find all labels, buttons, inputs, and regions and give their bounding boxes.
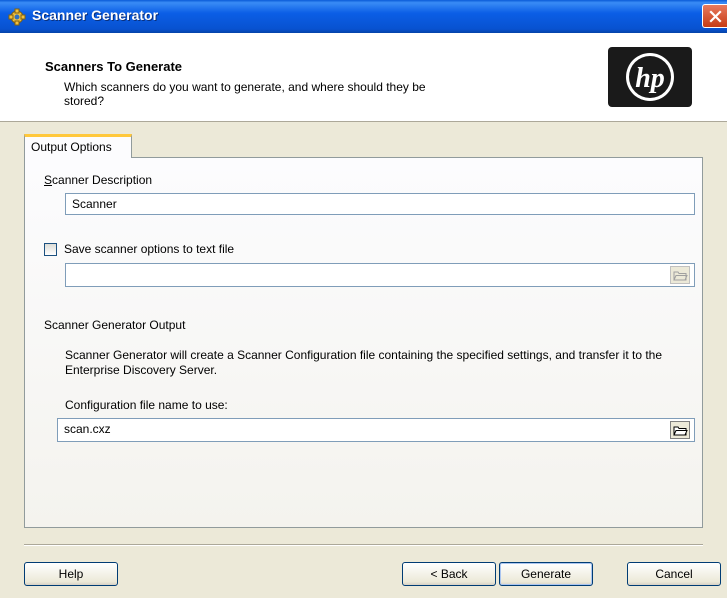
output-section-label: Scanner Generator Output [44, 318, 186, 332]
footer-separator [24, 544, 703, 546]
back-button[interactable]: < Back [402, 562, 496, 586]
save-options-path-input[interactable] [65, 263, 695, 287]
close-button[interactable] [702, 4, 727, 28]
header-title: Scanners To Generate [45, 59, 183, 74]
output-info-text: Scanner Generator will create a Scanner … [65, 348, 663, 377]
tab-output-options[interactable]: Output Options [24, 134, 132, 158]
scanner-description-label: Scanner Description [44, 173, 153, 187]
dialog-window: Scanner Generator Scanners To Generate W… [0, 0, 727, 598]
browse-folder-icon[interactable] [670, 421, 690, 439]
config-file-input[interactable]: scan.cxz [57, 418, 695, 442]
save-options-label[interactable]: Save scanner options to text file [64, 242, 234, 256]
header-subtitle: Which scanners do you want to generate, … [64, 80, 426, 108]
wizard-header: Scanners To Generate Which scanners do y… [0, 33, 727, 122]
save-options-checkbox[interactable] [44, 243, 57, 256]
close-icon [709, 10, 722, 23]
cancel-button[interactable]: Cancel [627, 562, 721, 586]
window-title: Scanner Generator [32, 7, 159, 23]
browse-folder-icon-disabled[interactable] [670, 266, 690, 284]
output-options-panel: Scanner Description Save scanner options… [24, 157, 703, 528]
tab-label: Output Options [31, 140, 112, 154]
generate-button[interactable]: Generate [499, 562, 593, 586]
help-button[interactable]: Help [24, 562, 118, 586]
title-bar[interactable]: Scanner Generator [0, 0, 727, 33]
app-icon [8, 8, 26, 26]
scanner-description-input[interactable] [65, 193, 695, 215]
hp-logo-text: hp [635, 63, 665, 94]
hp-logo: hp [608, 47, 692, 107]
config-file-label: Configuration file name to use: [65, 398, 228, 412]
